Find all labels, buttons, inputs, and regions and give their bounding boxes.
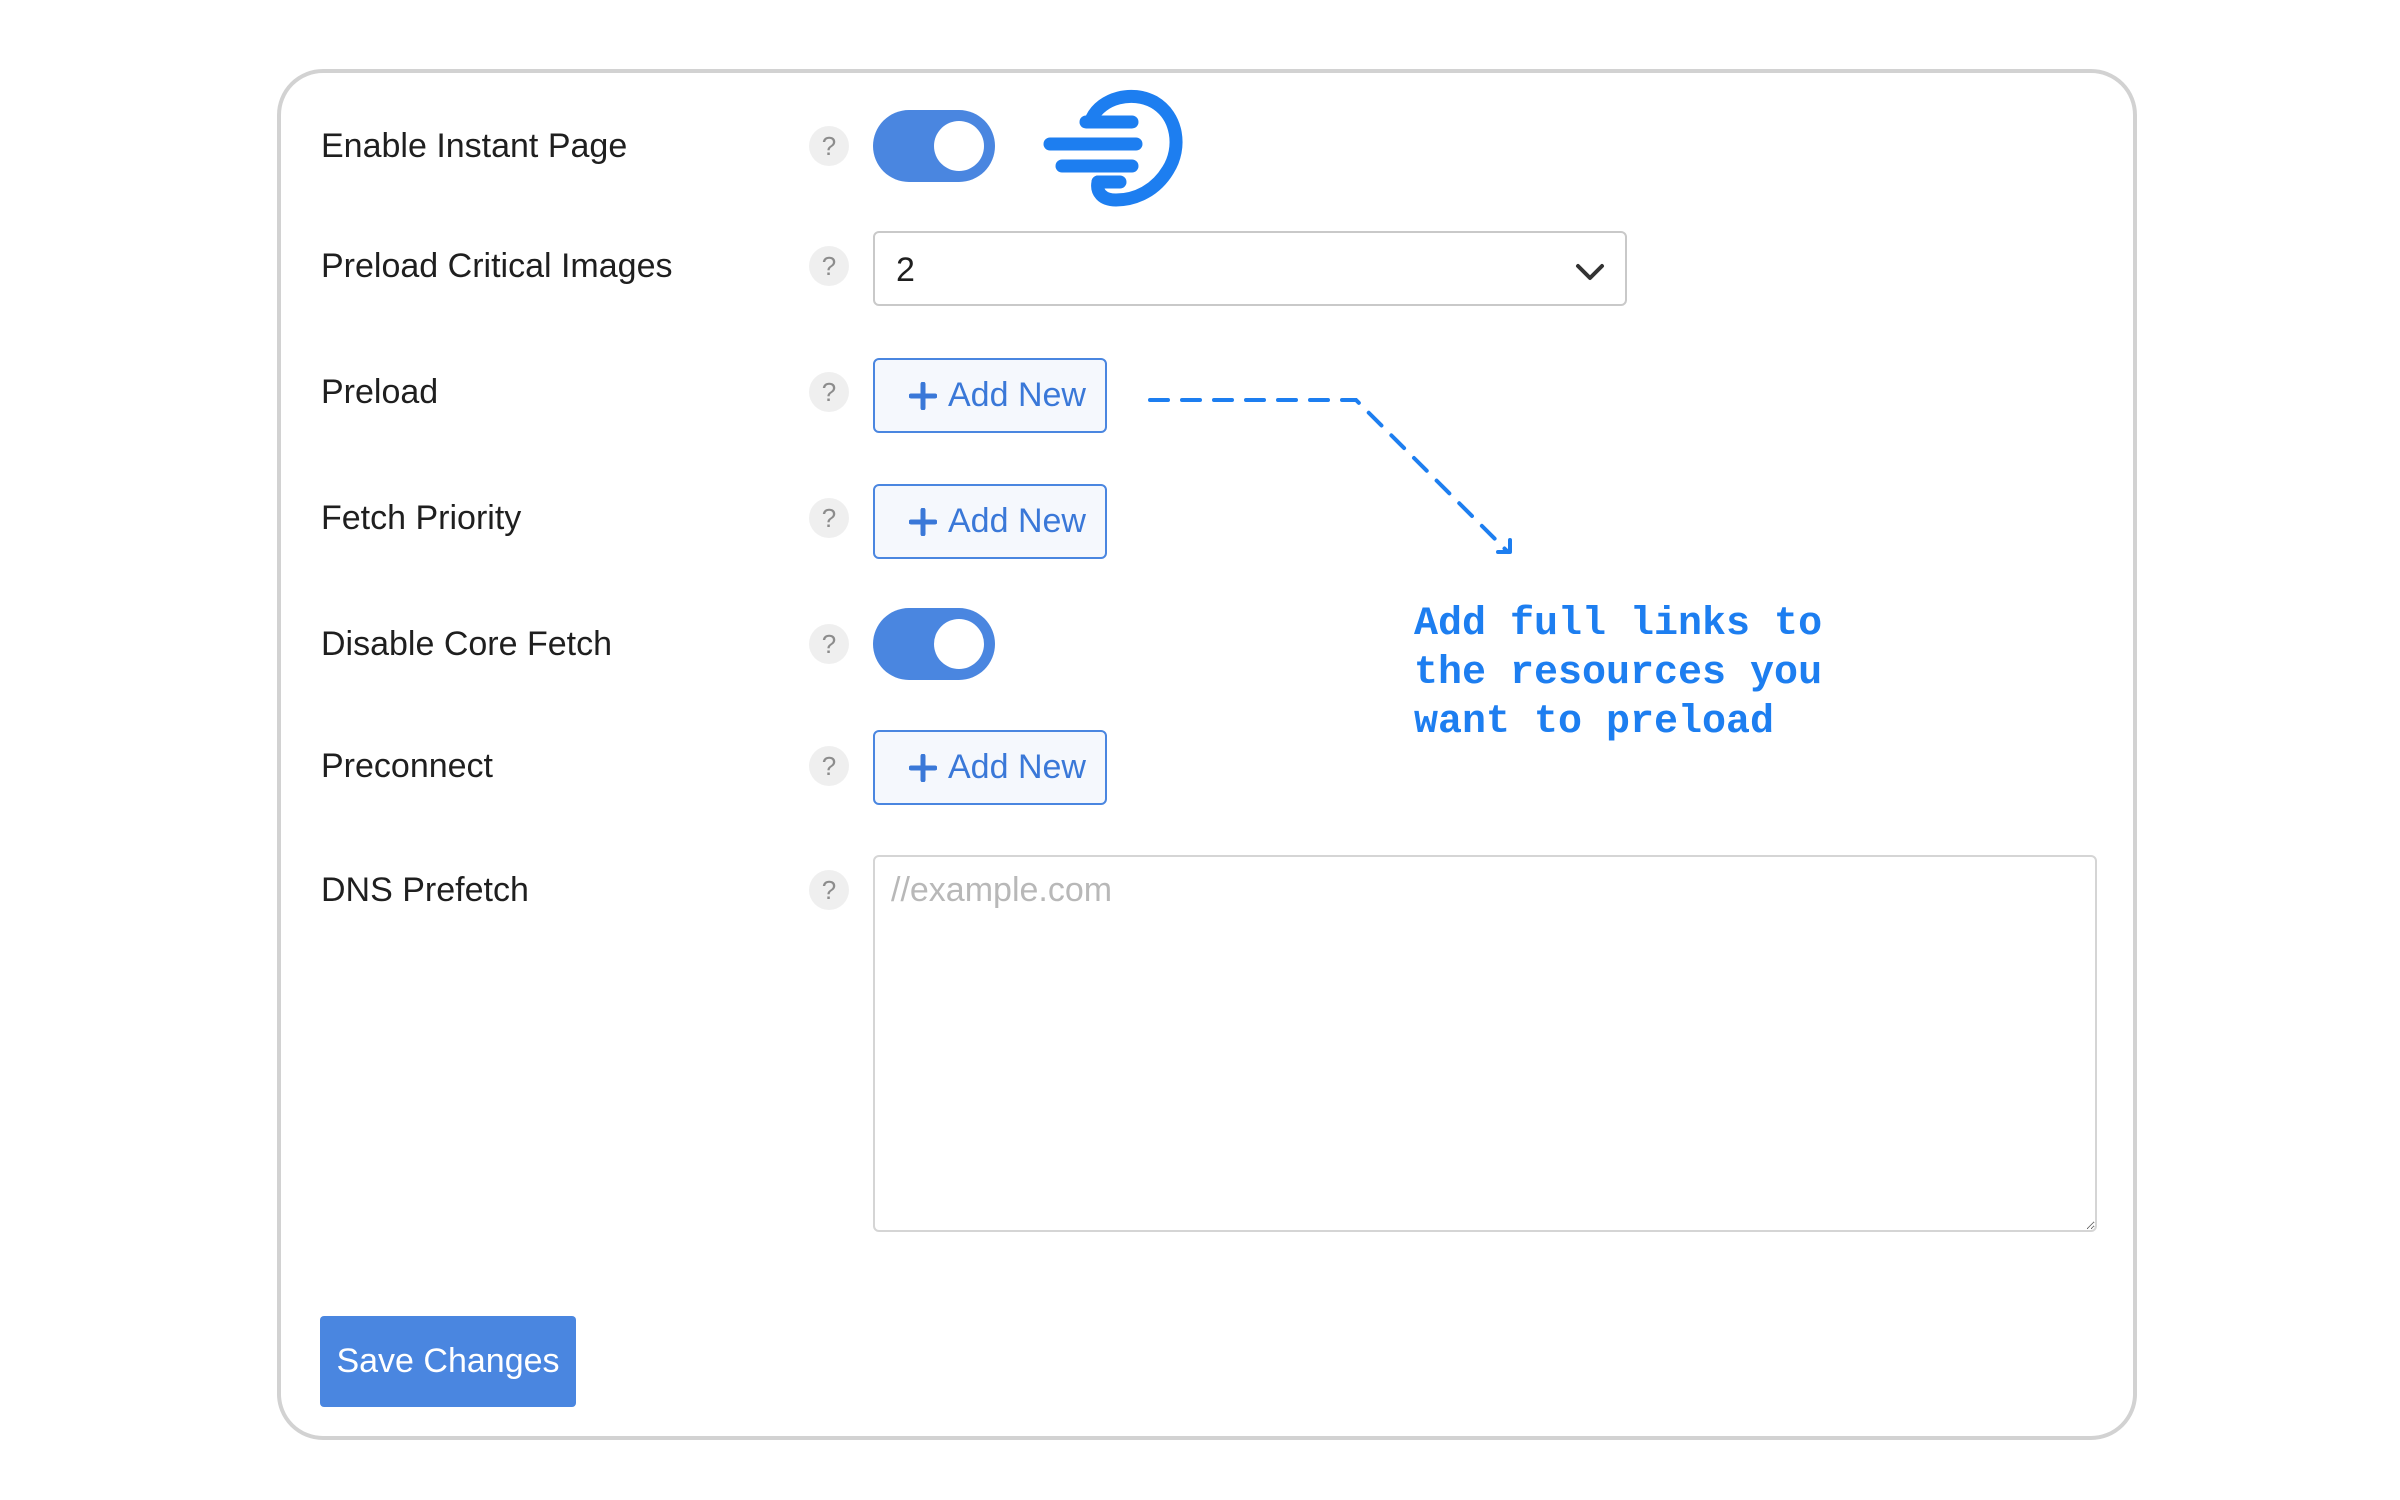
fetch-priority-label: Fetch Priority [321,499,522,537]
page: Enable Instant Page ? Preload Critical I… [0,0,2400,1500]
pointing-hand-icon [1043,89,1183,207]
dashed-arrow [1148,398,1512,554]
disable-core-fetch-label: Disable Core Fetch [321,625,613,663]
dns-prefetch-label: DNS Prefetch [321,871,529,909]
enable-instant-page-toggle[interactable] [873,110,995,182]
add-new-label: Add New [948,502,1086,540]
dns-prefetch-help-icon[interactable]: ? [809,870,849,910]
save-changes-button[interactable]: Save Changes [320,1316,576,1407]
fetch-priority-help-icon[interactable]: ? [809,498,849,538]
preconnect-label: Preconnect [321,747,493,785]
annotation-text: Add full links to the resources you want… [1414,602,1823,745]
enable-instant-page-help-icon[interactable]: ? [809,126,849,166]
enable-instant-page-label: Enable Instant Page [321,127,628,165]
add-new-label: Add New [948,376,1086,414]
preload-critical-images-help-icon[interactable]: ? [809,246,849,286]
chevron-down-icon [1576,264,1604,280]
preconnect-help-icon[interactable]: ? [809,746,849,786]
preload-critical-images-select[interactable]: 2 [873,231,1627,306]
disable-core-fetch-toggle[interactable] [873,608,995,680]
toggle-knob [934,619,984,669]
preload-help-icon[interactable]: ? [809,372,849,412]
select-value: 2 [896,251,915,289]
preload-label: Preload [321,373,439,411]
plus-icon [909,382,937,410]
preconnect-add-new-button[interactable]: Add New [873,730,1107,805]
plus-icon [909,508,937,536]
preload-critical-images-label: Preload Critical Images [321,247,673,285]
toggle-knob [934,121,984,171]
preload-add-new-button[interactable]: Add New [873,358,1107,433]
plus-icon [909,754,937,782]
fetch-priority-add-new-button[interactable]: Add New [873,484,1107,559]
disable-core-fetch-help-icon[interactable]: ? [809,624,849,664]
dns-prefetch-textarea[interactable] [873,855,2097,1232]
add-new-label: Add New [948,748,1086,786]
